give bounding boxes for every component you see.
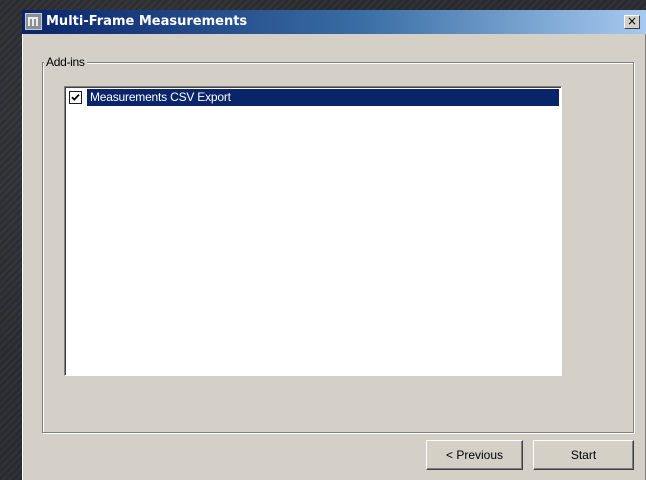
title-bar[interactable]: Multi-Frame Measurements × bbox=[22, 10, 646, 34]
previous-button[interactable]: < Previous bbox=[426, 440, 523, 470]
start-button[interactable]: Start bbox=[533, 440, 634, 470]
window-title: Multi-Frame Measurements bbox=[46, 14, 248, 29]
addins-checked-list[interactable]: Measurements CSV Export bbox=[64, 86, 562, 376]
item-checkbox[interactable] bbox=[69, 91, 82, 104]
close-icon: × bbox=[626, 14, 638, 28]
app-logo-icon bbox=[25, 13, 42, 30]
close-button[interactable]: × bbox=[624, 15, 640, 29]
list-item[interactable]: Measurements CSV Export bbox=[67, 89, 559, 106]
item-label[interactable]: Measurements CSV Export bbox=[87, 89, 559, 106]
multi-frame-measurements-dialog: Multi-Frame Measurements × Add-ins Measu… bbox=[22, 10, 646, 480]
addins-group-label: Add-ins bbox=[44, 55, 87, 69]
checkmark-icon bbox=[71, 93, 80, 101]
